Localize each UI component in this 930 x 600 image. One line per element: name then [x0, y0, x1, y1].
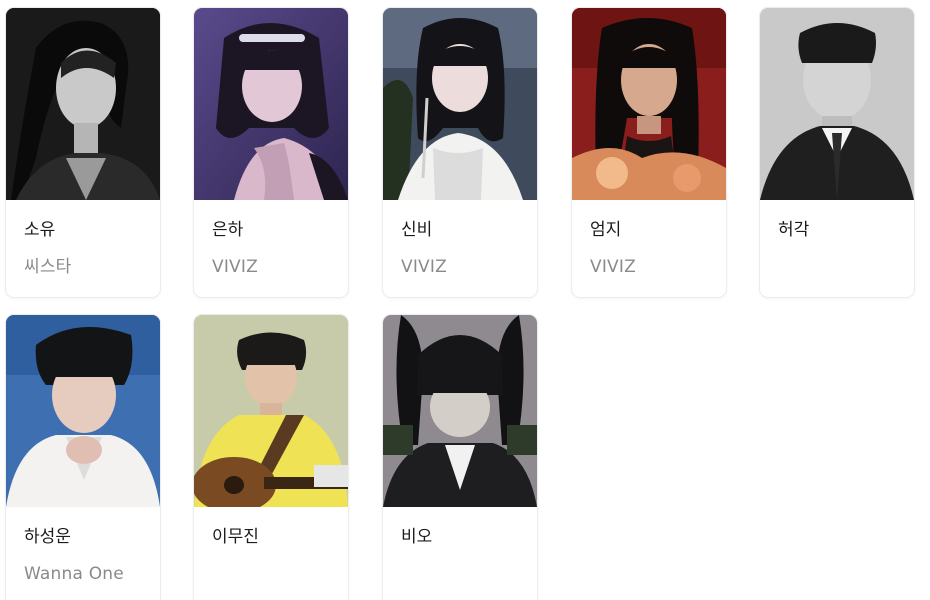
artist-card[interactable]: 신비 VIVIZ: [383, 8, 537, 297]
artist-photo: [760, 8, 914, 200]
artist-card[interactable]: 이무진: [194, 315, 348, 600]
artist-name: 허각: [778, 220, 810, 240]
artist-group: VIVIZ: [212, 257, 258, 277]
artist-name: 은하: [212, 220, 244, 240]
artist-name: 엄지: [590, 220, 622, 240]
artist-group: Wanna One: [24, 564, 124, 584]
artist-photo: [194, 315, 348, 507]
artist-card[interactable]: 비오: [383, 315, 537, 600]
artist-name: 하성운: [24, 527, 71, 547]
artist-card[interactable]: 허각: [760, 8, 914, 297]
artist-photo: [6, 8, 160, 200]
artist-card[interactable]: 하성운 Wanna One: [6, 315, 160, 600]
artist-grid: 소유 씨스타 은하 VIVIZ 신비 VIVIZ 엄지 VIVIZ 허각 하성운…: [0, 0, 930, 600]
artist-group: 씨스타: [24, 257, 72, 277]
artist-group: VIVIZ: [590, 257, 636, 277]
artist-name: 비오: [401, 527, 433, 547]
artist-name: 소유: [24, 220, 56, 240]
artist-name: 이무진: [212, 527, 259, 547]
artist-photo: [572, 8, 726, 200]
artist-card[interactable]: 엄지 VIVIZ: [572, 8, 726, 297]
artist-photo: [383, 8, 537, 200]
artist-photo: [194, 8, 348, 200]
artist-photo: [383, 315, 537, 507]
artist-group: VIVIZ: [401, 257, 447, 277]
artist-card[interactable]: 은하 VIVIZ: [194, 8, 348, 297]
artist-photo: [6, 315, 160, 507]
artist-card[interactable]: 소유 씨스타: [6, 8, 160, 297]
artist-name: 신비: [401, 220, 433, 240]
